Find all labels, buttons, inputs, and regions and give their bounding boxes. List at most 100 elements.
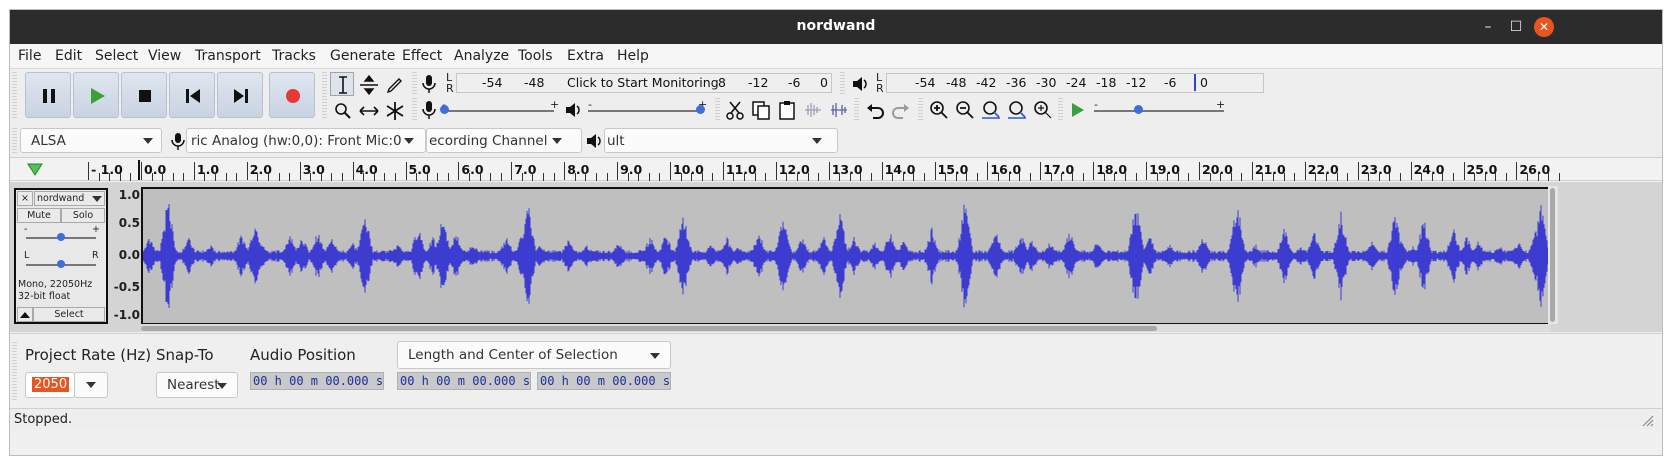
- ruler-major-tick: [88, 162, 90, 180]
- menu-tools[interactable]: Tools: [518, 48, 553, 64]
- selection-start-field[interactable]: 00 h 00 m 00.000 s: [397, 372, 531, 390]
- undo-icon[interactable]: [864, 99, 886, 121]
- play-speed-slider[interactable]: [1094, 110, 1224, 112]
- timeshift-tool[interactable]: [356, 98, 380, 122]
- ruler-minor-tick: [426, 173, 428, 181]
- ruler-minor-tick: [500, 173, 502, 181]
- gain-slider-thumb[interactable]: [57, 233, 65, 241]
- menu-tracks[interactable]: Tracks: [272, 48, 316, 64]
- vertical-scrollbar[interactable]: [1548, 186, 1558, 324]
- minimize-button[interactable]: –: [1478, 17, 1498, 37]
- skip-to-end-button[interactable]: [217, 72, 263, 118]
- zoom-in-icon[interactable]: [928, 99, 950, 121]
- envelope-tool[interactable]: [356, 72, 380, 96]
- ruler-label: 16.0: [990, 162, 1022, 177]
- selection-mode-select[interactable]: Length and Center of Selection: [397, 341, 671, 369]
- audio-position-field[interactable]: 00 h 00 m 00.000 s: [250, 372, 384, 390]
- ruler-major-tick: [299, 162, 301, 180]
- toolbar-grip[interactable]: [12, 128, 17, 154]
- trim-icon[interactable]: [802, 99, 824, 121]
- zoom-tool[interactable]: [330, 98, 354, 122]
- ruler-minor-tick: [490, 173, 492, 181]
- record-button[interactable]: [269, 72, 315, 118]
- track-control-panel[interactable]: × nordwand Mute Solo - + L R Mono, 22050…: [14, 188, 108, 324]
- horizontal-scrollbar-thumb[interactable]: [141, 326, 1157, 331]
- zoom-toggle-icon[interactable]: [1032, 99, 1054, 121]
- selection-tool[interactable]: [330, 72, 354, 96]
- close-button[interactable]: ✕: [1534, 17, 1554, 37]
- play-speed-thumb[interactable]: [1134, 105, 1143, 114]
- ruler-minor-tick: [416, 173, 418, 181]
- record-volume-slider[interactable]: [442, 110, 554, 112]
- toolbar-grip[interactable]: [12, 342, 17, 402]
- audio-host-select[interactable]: ALSA: [20, 128, 162, 153]
- resize-grip-icon[interactable]: [1640, 413, 1654, 427]
- fit-project-icon[interactable]: [1006, 99, 1028, 121]
- silence-icon[interactable]: [828, 99, 850, 121]
- ruler-minor-tick: [585, 173, 587, 181]
- play-head-icon[interactable]: [26, 161, 44, 177]
- draw-tool[interactable]: [382, 72, 406, 96]
- menu-select[interactable]: Select: [95, 48, 138, 64]
- collapse-track-button[interactable]: [17, 307, 33, 322]
- play-button[interactable]: [73, 72, 119, 118]
- scissors-icon[interactable]: [724, 99, 746, 121]
- menu-file[interactable]: File: [18, 48, 41, 64]
- waveform-display[interactable]: [141, 187, 1551, 325]
- toolbar-grip[interactable]: [715, 98, 720, 120]
- menu-effect[interactable]: Effect: [402, 48, 442, 64]
- menu-transport[interactable]: Transport: [195, 48, 261, 64]
- project-rate-input[interactable]: 2050: [25, 372, 75, 398]
- select-track-button[interactable]: Select: [33, 307, 105, 322]
- ruler-major-tick: [1251, 162, 1253, 180]
- playback-device-select[interactable]: ult: [604, 128, 838, 153]
- record-volume-thumb[interactable]: [440, 105, 449, 114]
- solo-button[interactable]: Solo: [61, 208, 105, 223]
- fit-selection-icon[interactable]: [980, 99, 1002, 121]
- ruler-minor-tick: [1442, 173, 1444, 181]
- copy-icon[interactable]: [750, 99, 772, 121]
- menu-analyze[interactable]: Analyze: [454, 48, 509, 64]
- recording-device-select[interactable]: ric Analog (hw:0,0): Front Mic:0: [186, 128, 426, 153]
- microphone-icon: [422, 75, 436, 93]
- maximize-button[interactable]: ☐: [1506, 17, 1526, 37]
- pan-slider-thumb[interactable]: [57, 260, 65, 268]
- pause-button[interactable]: [25, 72, 71, 118]
- toolbar-grip[interactable]: [322, 72, 327, 118]
- ruler-minor-tick: [1029, 173, 1031, 181]
- menu-generate[interactable]: Generate: [330, 48, 395, 64]
- mute-button[interactable]: Mute: [17, 208, 61, 223]
- menu-edit[interactable]: Edit: [55, 48, 82, 64]
- redo-icon[interactable]: [890, 99, 912, 121]
- toolbar-grip[interactable]: [854, 98, 859, 120]
- play-volume-thumb[interactable]: [696, 105, 705, 114]
- stop-button[interactable]: [121, 72, 167, 118]
- menu-help[interactable]: Help: [617, 48, 649, 64]
- menu-extra[interactable]: Extra: [567, 48, 604, 64]
- selection-end-field[interactable]: 00 h 00 m 00.000 s: [537, 372, 671, 390]
- ruler-minor-tick: [1019, 173, 1021, 181]
- toolbar-grip[interactable]: [12, 72, 17, 118]
- click-to-start-monitoring[interactable]: Click to Start Monitoring: [567, 75, 719, 90]
- toolbar-grip[interactable]: [918, 98, 923, 120]
- horizontal-scrollbar[interactable]: [141, 324, 1551, 332]
- ruler-minor-tick: [638, 173, 640, 181]
- vertical-scrollbar-thumb[interactable]: [1550, 188, 1555, 322]
- toolbar-grip[interactable]: [412, 72, 417, 94]
- play-volume-slider[interactable]: [588, 110, 702, 112]
- skip-to-start-button[interactable]: [169, 72, 215, 118]
- toolbar-grip[interactable]: [412, 98, 417, 120]
- play-at-speed-icon[interactable]: [1068, 100, 1088, 120]
- amplitude-scale: 1.0 0.5 0.0 -0.5 -1.0: [110, 188, 144, 324]
- paste-icon[interactable]: [776, 99, 798, 121]
- toolbar-grip[interactable]: [1058, 98, 1063, 120]
- ruler-minor-tick: [765, 173, 767, 181]
- zoom-out-icon[interactable]: [954, 99, 976, 121]
- ruler-minor-tick: [691, 173, 693, 181]
- toolbar-grip[interactable]: [840, 72, 845, 94]
- track-close-button[interactable]: ×: [17, 191, 33, 206]
- ruler-minor-tick: [437, 173, 439, 181]
- menu-view[interactable]: View: [148, 48, 181, 64]
- timeline-ruler[interactable]: - 1.0 0.0 1.0 2.0 3.0 4.0 5.0 6.0 7.0 8.0 9.0 10.0 1…: [10, 157, 1662, 181]
- multi-tool[interactable]: [382, 98, 406, 122]
